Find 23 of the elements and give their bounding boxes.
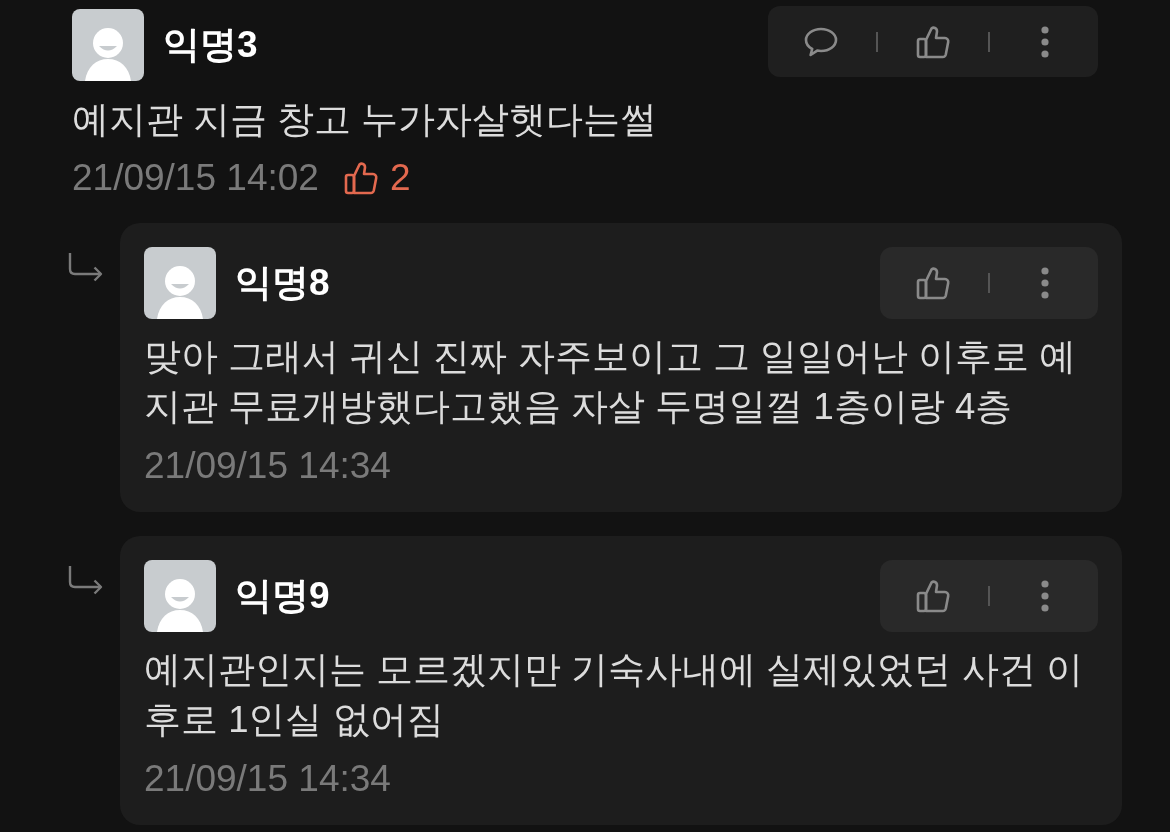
- like-count: 2: [389, 158, 411, 198]
- timestamp: 21/09/15 14:34: [144, 759, 391, 799]
- comment-text: 예지관 지금 창고 누가자살햇다는썰: [72, 98, 659, 142]
- reply-arrow-icon: [68, 565, 104, 595]
- more-icon[interactable]: [1041, 25, 1049, 58]
- thumbs-up-icon: [343, 161, 378, 195]
- avatar-icon: [72, 9, 144, 81]
- reply-text: 예지관인지는 모르겠지만 기숙사내에 실제있었던 사건 이후로 1인실 없어짐: [144, 648, 1084, 742]
- more-icon[interactable]: [1041, 267, 1049, 299]
- comment-icon[interactable]: [804, 26, 838, 57]
- author-name: 익명3: [163, 23, 258, 67]
- author-name: 익명8: [235, 261, 330, 305]
- reply-text: 맞아 그래서 귀신 진짜 자주보이고 그 일일어난 이후로 예지관 무료개방했다고했음 자살 두명일껄 1층이랑 4층: [144, 335, 1078, 429]
- timestamp: 21/09/15 14:02: [72, 158, 319, 198]
- reply-arrow-icon: [68, 252, 104, 282]
- avatar-icon: [144, 247, 216, 319]
- timestamp: 21/09/15 14:34: [144, 446, 391, 486]
- more-icon[interactable]: [1041, 580, 1049, 612]
- thumbs-up-icon[interactable]: [916, 24, 950, 59]
- thumbs-up-icon[interactable]: [916, 579, 950, 613]
- thumbs-up-icon[interactable]: [916, 266, 950, 300]
- avatar-icon: [144, 560, 216, 632]
- author-name: 익명9: [235, 574, 330, 618]
